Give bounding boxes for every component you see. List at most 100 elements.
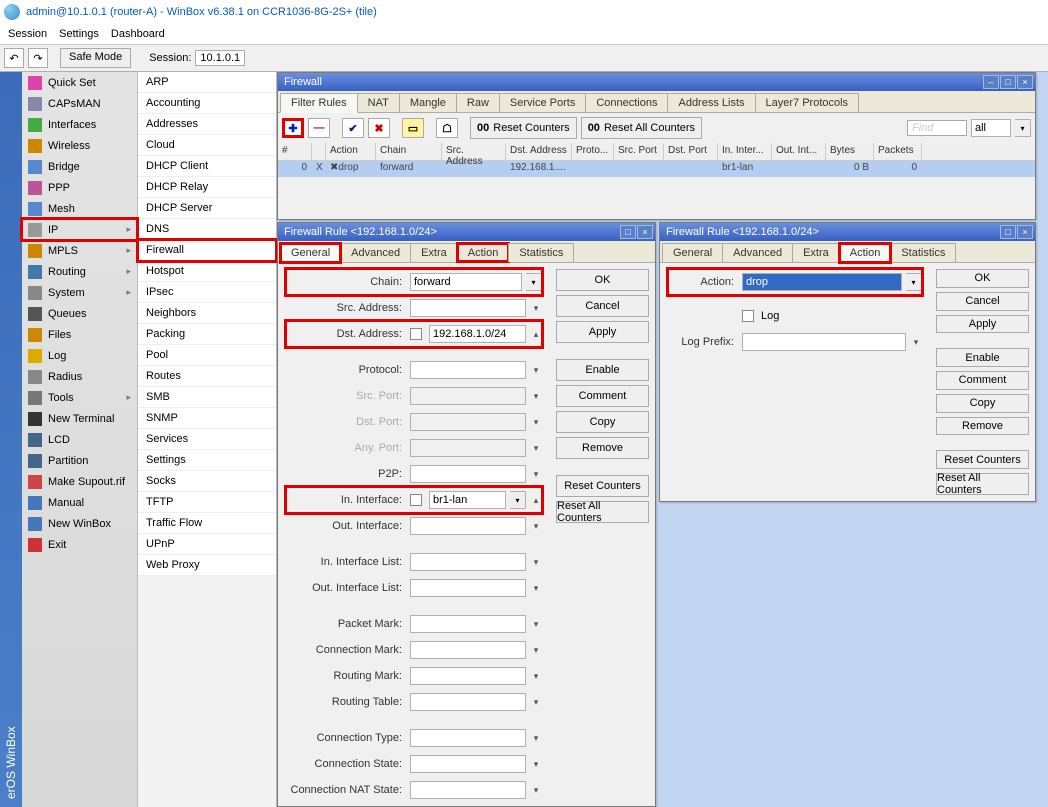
col-header[interactable]: Src. Port [614,143,664,160]
remove-rule-button[interactable]: — [308,118,330,138]
reset-all-counters-button[interactable]: Reset All Counters [936,473,1029,495]
nav-item-exit[interactable]: Exit [22,534,137,555]
nav-item-make-supout-rif[interactable]: Make Supout.rif [22,471,137,492]
expand-icon[interactable]: ▾ [910,333,922,351]
nav-item-tools[interactable]: Tools [22,387,137,408]
tab-mangle[interactable]: Mangle [399,93,457,112]
tab-general[interactable]: General [662,243,723,262]
disable-rule-button[interactable]: ✖ [368,118,390,138]
redo-button[interactable]: ↷ [28,48,48,68]
chevron-down-icon[interactable]: ▾ [906,273,922,291]
invert-checkbox[interactable] [410,328,422,340]
nav-item-files[interactable]: Files [22,324,137,345]
expand-icon[interactable]: ▾ [530,781,542,799]
expand-icon[interactable]: ▾ [530,553,542,571]
action-dropdown[interactable]: drop [742,273,902,291]
col-header[interactable]: In. Inter... [718,143,772,160]
submenu-item-dhcp-client[interactable]: DHCP Client [138,156,276,177]
expand-icon[interactable]: ▾ [530,615,542,633]
submenu-item-cloud[interactable]: Cloud [138,135,276,156]
nav-item-manual[interactable]: Manual [22,492,137,513]
submenu-item-settings[interactable]: Settings [138,450,276,471]
minimize-icon[interactable]: – [983,75,999,89]
log-checkbox[interactable] [742,310,754,322]
apply-button[interactable]: Apply [556,321,649,343]
reset-all-counters-button[interactable]: 00Reset All Counters [581,117,702,139]
nav-item-queues[interactable]: Queues [22,303,137,324]
comment-button[interactable]: Comment [556,385,649,407]
reset-counters-button[interactable]: Reset Counters [936,450,1029,469]
src-address-input[interactable] [410,299,526,317]
expand-icon[interactable]: ▾ [530,299,542,317]
menu-session[interactable]: Session [8,28,47,40]
expand-icon[interactable]: ▾ [530,755,542,773]
expand-icon[interactable]: ▾ [530,729,542,747]
tab-nat[interactable]: NAT [357,93,400,112]
col-header[interactable]: Src. Address [442,143,506,160]
connection-state-input[interactable] [410,755,526,773]
col-header[interactable]: # [278,143,312,160]
submenu-item-ipsec[interactable]: IPsec [138,282,276,303]
submenu-item-accounting[interactable]: Accounting [138,93,276,114]
remove-button[interactable]: Remove [936,417,1029,436]
nav-item-wireless[interactable]: Wireless [22,135,137,156]
close-icon[interactable]: × [637,225,653,239]
chevron-down-icon[interactable]: ▾ [1015,119,1031,137]
submenu-item-routes[interactable]: Routes [138,366,276,387]
routing-table-input[interactable] [410,693,526,711]
reset-counters-button[interactable]: Reset Counters [556,475,649,497]
nav-item-new-winbox[interactable]: New WinBox [22,513,137,534]
col-header[interactable]: Out. Int... [772,143,826,160]
filter-button[interactable]: ☖ [436,118,458,138]
submenu-item-packing[interactable]: Packing [138,324,276,345]
out-interface-list-input[interactable] [410,579,526,597]
nav-item-capsman[interactable]: CAPsMAN [22,93,137,114]
comment-button[interactable]: ▭ [402,118,424,138]
submenu-item-neighbors[interactable]: Neighbors [138,303,276,324]
apply-button[interactable]: Apply [936,315,1029,334]
expand-icon[interactable]: ▾ [530,579,542,597]
nav-item-ppp[interactable]: PPP [22,177,137,198]
submenu-item-arp[interactable]: ARP [138,72,276,93]
nav-item-mpls[interactable]: MPLS [22,240,137,261]
out-interface-input[interactable] [410,517,526,535]
maximize-icon[interactable]: □ [620,225,636,239]
undo-button[interactable]: ↶ [4,48,24,68]
submenu-item-pool[interactable]: Pool [138,345,276,366]
expand-icon[interactable]: ▾ [530,361,542,379]
connection-nat-state-input[interactable] [410,781,526,799]
col-header[interactable]: Dst. Address [506,143,572,160]
tab-advanced[interactable]: Advanced [722,243,793,262]
tab-extra[interactable]: Extra [792,243,840,262]
find-input[interactable]: Find [907,120,967,136]
expand-icon[interactable]: ▾ [530,693,542,711]
tab-statistics[interactable]: Statistics [890,243,956,262]
tab-address-lists[interactable]: Address Lists [667,93,755,112]
tab-advanced[interactable]: Advanced [340,243,411,262]
col-header[interactable]: Action [326,143,376,160]
chain-input[interactable]: forward [410,273,522,291]
nav-item-quick-set[interactable]: Quick Set [22,72,137,93]
connection-mark-input[interactable] [410,641,526,659]
col-header[interactable]: Bytes [826,143,874,160]
nav-item-ip[interactable]: IP [22,219,137,240]
submenu-item-web-proxy[interactable]: Web Proxy [138,555,276,576]
nav-item-mesh[interactable]: Mesh [22,198,137,219]
invert-checkbox[interactable] [410,494,422,506]
tab-layer7-protocols[interactable]: Layer7 Protocols [755,93,860,112]
in-interface-input[interactable]: br1-lan [429,491,506,509]
routing-mark-input[interactable] [410,667,526,685]
cancel-button[interactable]: Cancel [936,292,1029,311]
col-header[interactable]: Proto... [572,143,614,160]
tab-filter-rules[interactable]: Filter Rules [280,93,358,113]
nav-item-interfaces[interactable]: Interfaces [22,114,137,135]
chevron-down-icon[interactable]: ▾ [510,491,526,509]
enable-button[interactable]: Enable [556,359,649,381]
reset-all-counters-button[interactable]: Reset All Counters [556,501,649,523]
chevron-down-icon[interactable]: ▾ [526,273,542,291]
tab-raw[interactable]: Raw [456,93,500,112]
tab-statistics[interactable]: Statistics [508,243,574,262]
remove-button[interactable]: Remove [556,437,649,459]
collapse-icon[interactable]: ▴ [530,325,542,343]
filter-all-dropdown[interactable]: all [971,119,1011,137]
